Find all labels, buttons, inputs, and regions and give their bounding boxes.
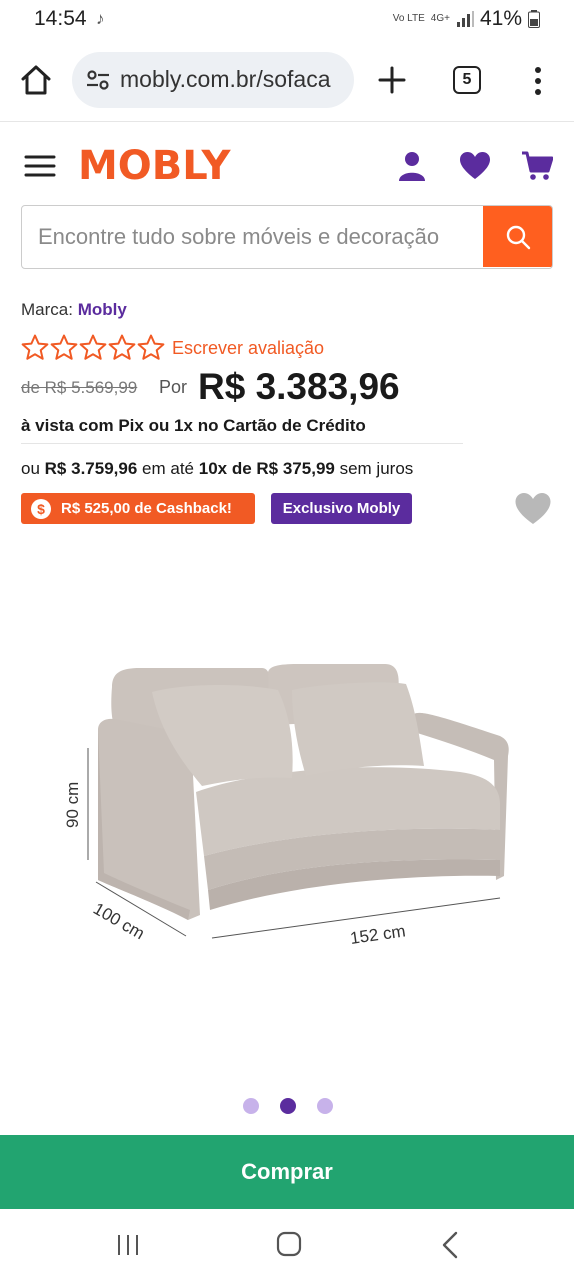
installment-total: R$ 3.759,96 <box>44 459 138 478</box>
search-button[interactable] <box>483 206 552 267</box>
home-icon[interactable] <box>18 62 54 98</box>
star-icon <box>50 334 78 360</box>
payment-note: à vista com Pix ou 1x no Cartão de Crédi… <box>21 416 366 435</box>
buy-button[interactable]: Comprar <box>0 1135 574 1209</box>
browser-toolbar: mobly.com.br/sofaca 5 <box>0 40 574 122</box>
battery-percent: 41% <box>479 7 522 30</box>
new-tab-icon[interactable] <box>376 64 408 96</box>
cart-icon[interactable] <box>521 150 553 182</box>
carousel-dot[interactable] <box>280 1098 296 1114</box>
carousel-dot[interactable] <box>243 1098 259 1114</box>
volte-indicator: Vo LTE <box>392 13 425 24</box>
recent-apps-icon[interactable] <box>116 1233 140 1257</box>
brand-line: Marca: Mobly <box>21 300 127 320</box>
product-image-gallery[interactable]: 90 cm 100 cm 152 cm <box>0 560 574 1080</box>
site-settings-icon[interactable] <box>84 66 112 94</box>
search-input[interactable] <box>22 206 484 267</box>
star-icon <box>21 334 49 360</box>
dimension-width: 152 cm <box>349 921 407 948</box>
brand-link[interactable]: Mobly <box>78 300 127 319</box>
cashback-text: R$ 525,00 de Cashback! <box>61 500 232 517</box>
installment-suffix: sem juros <box>339 459 414 478</box>
installment-count: 10x de R$ 375,99 <box>198 459 335 478</box>
brand-label: Marca: <box>21 300 73 319</box>
android-nav-bar <box>0 1209 574 1280</box>
favorite-heart-icon[interactable] <box>514 492 552 526</box>
price-prefix: Por <box>159 377 188 397</box>
tab-switcher-button[interactable]: 5 <box>453 66 481 94</box>
network-indicator: 4G+ <box>430 13 450 24</box>
star-icon <box>79 334 107 360</box>
exclusive-badge: Exclusivo Mobly <box>271 493 412 524</box>
mobly-logo[interactable]: MOBLY <box>78 143 231 189</box>
dimension-depth: 100 cm <box>90 899 148 943</box>
search-box <box>21 205 553 269</box>
menu-icon[interactable] <box>24 154 56 178</box>
installment-line: ou R$ 3.759,96 em até 10x de R$ 375,99 s… <box>21 459 413 479</box>
status-bar: 14:54 ♪ Vo LTE 4G+ 41% <box>0 0 574 40</box>
star-icon <box>108 334 136 360</box>
current-price: R$ 3.383,96 <box>198 366 400 407</box>
back-icon[interactable] <box>440 1231 460 1259</box>
wishlist-heart-icon[interactable] <box>459 151 491 181</box>
tiktok-notification-icon: ♪ <box>96 9 105 28</box>
search-icon <box>506 225 531 250</box>
old-price: de R$ 5.569,99 <box>21 378 138 397</box>
write-review-link[interactable]: Escrever avaliação <box>172 338 324 359</box>
carousel-dot[interactable] <box>317 1098 333 1114</box>
url-text[interactable]: mobly.com.br/sofaca <box>120 66 348 93</box>
user-account-icon[interactable] <box>398 150 426 182</box>
installment-mid: em até <box>142 459 195 478</box>
dimension-height: 90 cm <box>63 782 82 828</box>
cashback-coin-icon: $ <box>31 498 51 519</box>
rating-stars <box>21 334 165 361</box>
battery-icon <box>528 10 540 28</box>
divider <box>21 443 463 444</box>
home-nav-icon[interactable] <box>276 1231 302 1257</box>
carousel-dots <box>243 1098 333 1114</box>
star-icon <box>137 334 165 360</box>
sofa-image: 90 cm 100 cm 152 cm <box>63 664 509 948</box>
more-menu-icon[interactable] <box>528 64 548 98</box>
address-bar[interactable]: mobly.com.br/sofaca <box>72 52 354 108</box>
signal-icon <box>456 11 474 27</box>
installment-prefix: ou <box>21 459 40 478</box>
status-right: Vo LTE 4G+ 41% <box>393 7 540 31</box>
status-time: 14:54 <box>34 7 87 30</box>
cashback-badge: $ R$ 525,00 de Cashback! <box>21 493 255 524</box>
